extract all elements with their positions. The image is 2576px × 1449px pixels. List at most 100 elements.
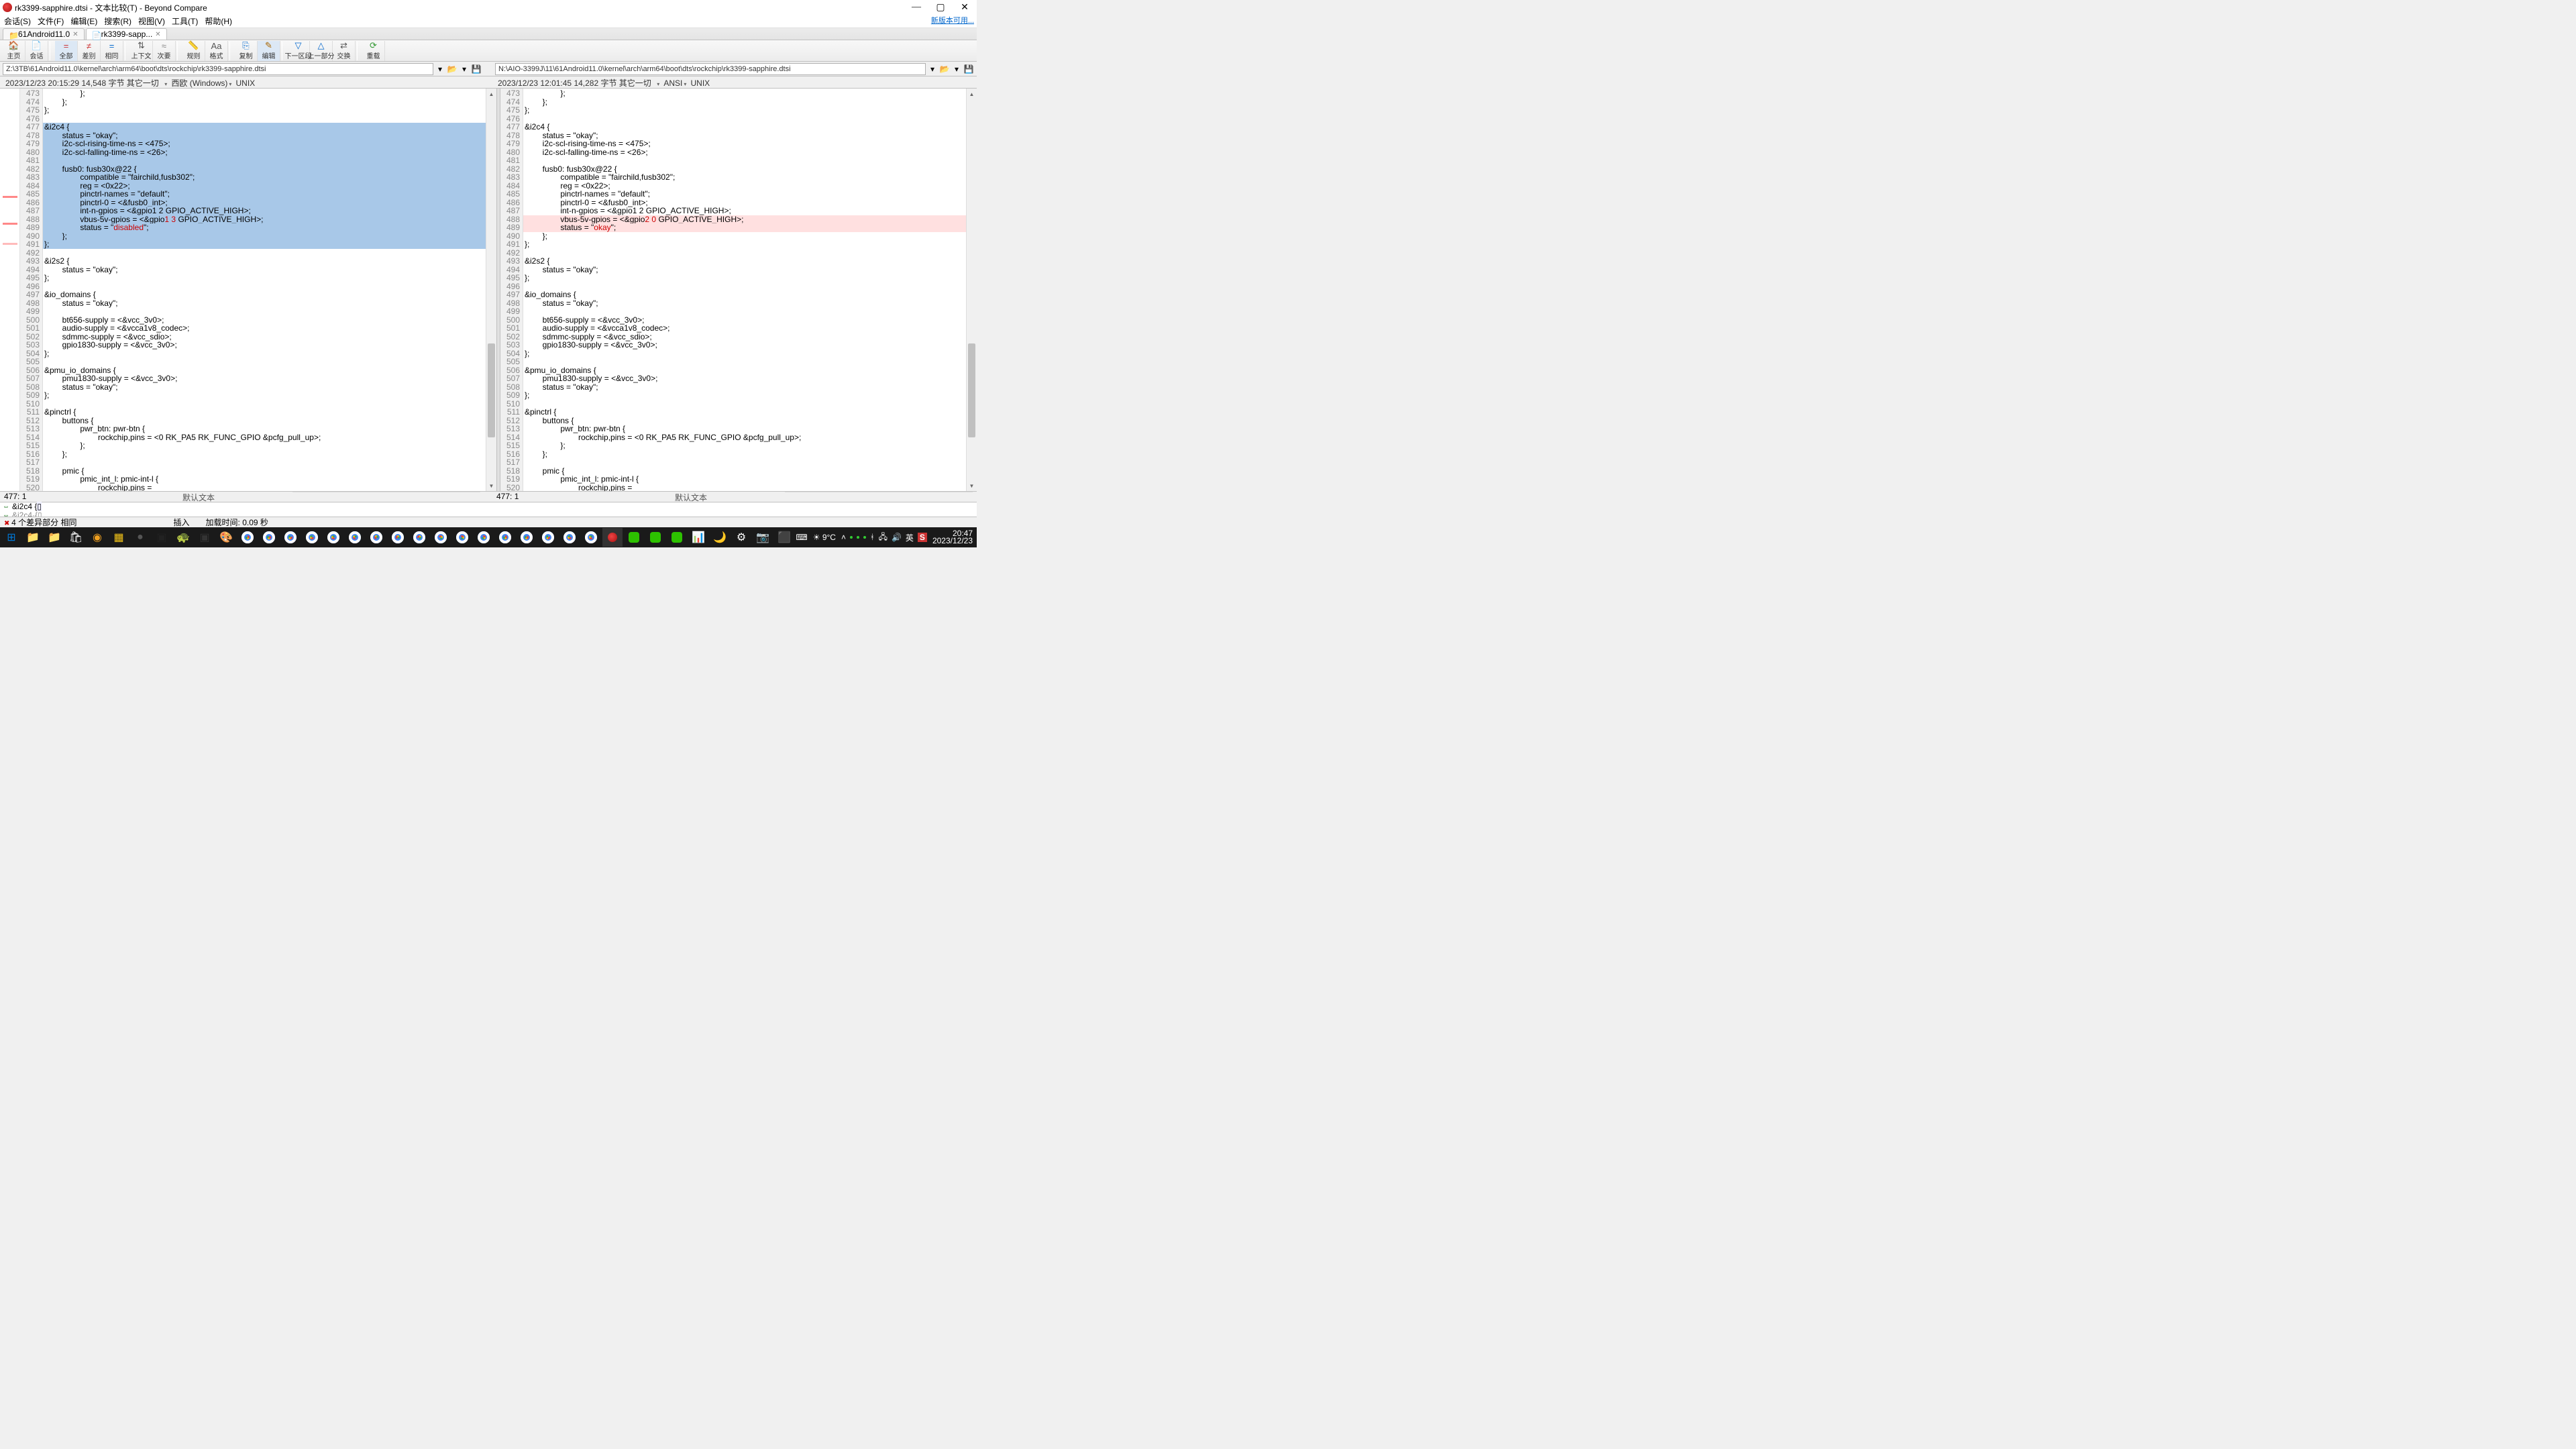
explorer-icon[interactable]: 📁 (44, 528, 64, 547)
right-code[interactable]: }; };};&i2c4 { status = "okay"; i2c-scl-… (523, 89, 966, 491)
toolbar-上下文[interactable]: ⇅上下文 (130, 41, 153, 61)
tray-sogou-icon[interactable]: S (918, 533, 927, 542)
chrome-icon[interactable] (280, 528, 301, 547)
menu-tools[interactable]: 工具(T) (172, 15, 198, 27)
folder-open-icon[interactable]: 📂 (939, 64, 950, 74)
taskbar-clock[interactable]: 20:47 2023/12/23 (932, 530, 973, 545)
tray-chevron-up-icon[interactable]: ˄ (841, 533, 846, 542)
toolbar-规则[interactable]: 📏规则 (182, 41, 205, 61)
chrome-icon[interactable] (388, 528, 408, 547)
taskbar-app-icon[interactable]: 📷 (753, 528, 773, 547)
wechat-icon[interactable] (645, 528, 665, 547)
right-lineending[interactable]: UNIX (691, 78, 710, 88)
scroll-down-icon[interactable]: ▼ (967, 480, 977, 491)
tray-wechat-icon[interactable] (850, 536, 853, 539)
toolbar-下一区段[interactable]: ▽下一区段 (287, 41, 310, 61)
menu-session[interactable]: 会话(S) (4, 15, 31, 27)
beyondcompare-icon[interactable] (602, 528, 623, 547)
toolbar-主页[interactable]: 🏠主页 (3, 41, 25, 61)
chrome-icon[interactable] (452, 528, 472, 547)
menu-search[interactable]: 搜索(R) (104, 15, 131, 27)
right-scrollbar[interactable]: ▲ ▼ (966, 89, 977, 491)
chrome-icon[interactable] (517, 528, 537, 547)
left-hscroll[interactable] (292, 492, 480, 501)
scroll-thumb[interactable] (968, 343, 975, 437)
ultraedit-icon[interactable]: ◉ (87, 528, 107, 547)
tortoise-icon[interactable]: 🐢 (173, 528, 193, 547)
new-version-link[interactable]: 新版本可用... (931, 15, 974, 25)
tray-keyboard-icon[interactable]: ⌨ (796, 533, 807, 542)
dropdown-icon[interactable]: ▾ (435, 64, 445, 74)
minimize-button[interactable]: — (907, 1, 926, 13)
dropdown-icon[interactable]: ▾ (927, 64, 938, 74)
system-tray[interactable]: ˄ ᚼ 🖧 🔊 英 S (841, 531, 927, 545)
toolbar-编辑[interactable]: ✎编辑 (258, 41, 280, 61)
wechat-icon[interactable] (667, 528, 687, 547)
explorer-icon[interactable]: ▾ (459, 64, 470, 74)
tray-volume-icon[interactable]: 🔊 (892, 533, 902, 542)
scroll-thumb[interactable] (488, 343, 495, 437)
menu-file[interactable]: 文件(F) (38, 15, 64, 27)
maximize-button[interactable]: ▢ (931, 1, 950, 13)
toolbar-格式[interactable]: Aa格式 (205, 41, 228, 61)
left-code[interactable]: }; };};⇨&i2c4 { status = "okay"; i2c-scl… (43, 89, 486, 491)
chrome-icon[interactable] (495, 528, 515, 547)
terminal-icon[interactable]: ▣ (195, 528, 215, 547)
app-icon[interactable]: ● (130, 528, 150, 547)
taskbar-app-icon[interactable]: ⬛ (774, 528, 794, 547)
tab-sapphire[interactable]: 📄 rk3399-sapp... ✕ (86, 28, 167, 40)
chrome-icon[interactable] (431, 528, 451, 547)
chrome-icon[interactable] (474, 528, 494, 547)
right-hscroll[interactable] (785, 492, 973, 501)
store-icon[interactable]: 🛍 (66, 528, 86, 547)
close-icon[interactable]: ✕ (72, 31, 78, 38)
tray-bluetooth-icon[interactable]: ᚼ (870, 533, 875, 541)
explorer-icon[interactable]: ▾ (951, 64, 962, 74)
scroll-up-icon[interactable]: ▲ (486, 89, 496, 99)
folder-open-icon[interactable]: 📂 (447, 64, 458, 74)
taskbar-app-icon[interactable]: 📊 (688, 528, 708, 547)
tray-wechat-icon[interactable] (857, 536, 859, 539)
save-icon[interactable]: 💾 (963, 64, 974, 74)
chrome-icon[interactable] (302, 528, 322, 547)
left-encoding-dropdown[interactable]: 西欧 (Windows) (171, 77, 231, 89)
left-lineending[interactable]: UNIX (236, 78, 256, 88)
weather-widget[interactable]: ☀ 9°C (813, 533, 836, 542)
wechat-icon[interactable] (624, 528, 644, 547)
chrome-icon[interactable] (366, 528, 386, 547)
tab-android[interactable]: 📁 61Android11.0 ✕ (3, 28, 85, 40)
toolbar-交换[interactable]: ⇄交换 (333, 41, 356, 61)
tray-wechat-icon[interactable] (863, 536, 866, 539)
toolbar-相同[interactable]: =相同 (101, 41, 123, 61)
tray-network-icon[interactable]: 🖧 (879, 531, 888, 545)
left-scrollbar[interactable]: ▲ ▼ (486, 89, 496, 491)
toolbar-会话[interactable]: 📄会话 (25, 41, 48, 61)
left-path-input[interactable] (3, 63, 433, 75)
chrome-icon[interactable] (237, 528, 258, 547)
taskbar-app-icon[interactable]: ⚙ (731, 528, 751, 547)
terminal-icon[interactable]: ▣ (152, 528, 172, 547)
toolbar-上一部分[interactable]: △上一部分 (310, 41, 333, 61)
left-charset-dropdown[interactable] (161, 78, 167, 88)
chrome-icon[interactable] (538, 528, 558, 547)
menu-help[interactable]: 帮助(H) (205, 15, 232, 27)
tray-ime[interactable]: 英 (906, 532, 914, 543)
chrome-icon[interactable] (259, 528, 279, 547)
overview-gutter[interactable] (0, 89, 20, 491)
chrome-icon[interactable] (409, 528, 429, 547)
save-icon[interactable]: 💾 (471, 64, 482, 74)
chrome-icon[interactable] (559, 528, 580, 547)
taskbar-app-icon[interactable]: 🌙 (710, 528, 730, 547)
toolbar-全部[interactable]: =全部 (55, 41, 78, 61)
toolbar-重载[interactable]: ⟳重载 (362, 41, 385, 61)
scroll-down-icon[interactable]: ▼ (486, 480, 496, 491)
close-button[interactable]: ✕ (955, 1, 974, 13)
chrome-icon[interactable] (581, 528, 601, 547)
start-button[interactable]: ⊞ (1, 528, 21, 547)
menu-edit[interactable]: 编辑(E) (70, 15, 97, 27)
chrome-icon[interactable] (345, 528, 365, 547)
right-encoding-dropdown[interactable]: ANSI (663, 78, 686, 88)
toolbar-次要[interactable]: ≈次要 (153, 41, 176, 61)
close-icon[interactable]: ✕ (155, 31, 160, 38)
explorer-icon[interactable]: 📁 (23, 528, 43, 547)
